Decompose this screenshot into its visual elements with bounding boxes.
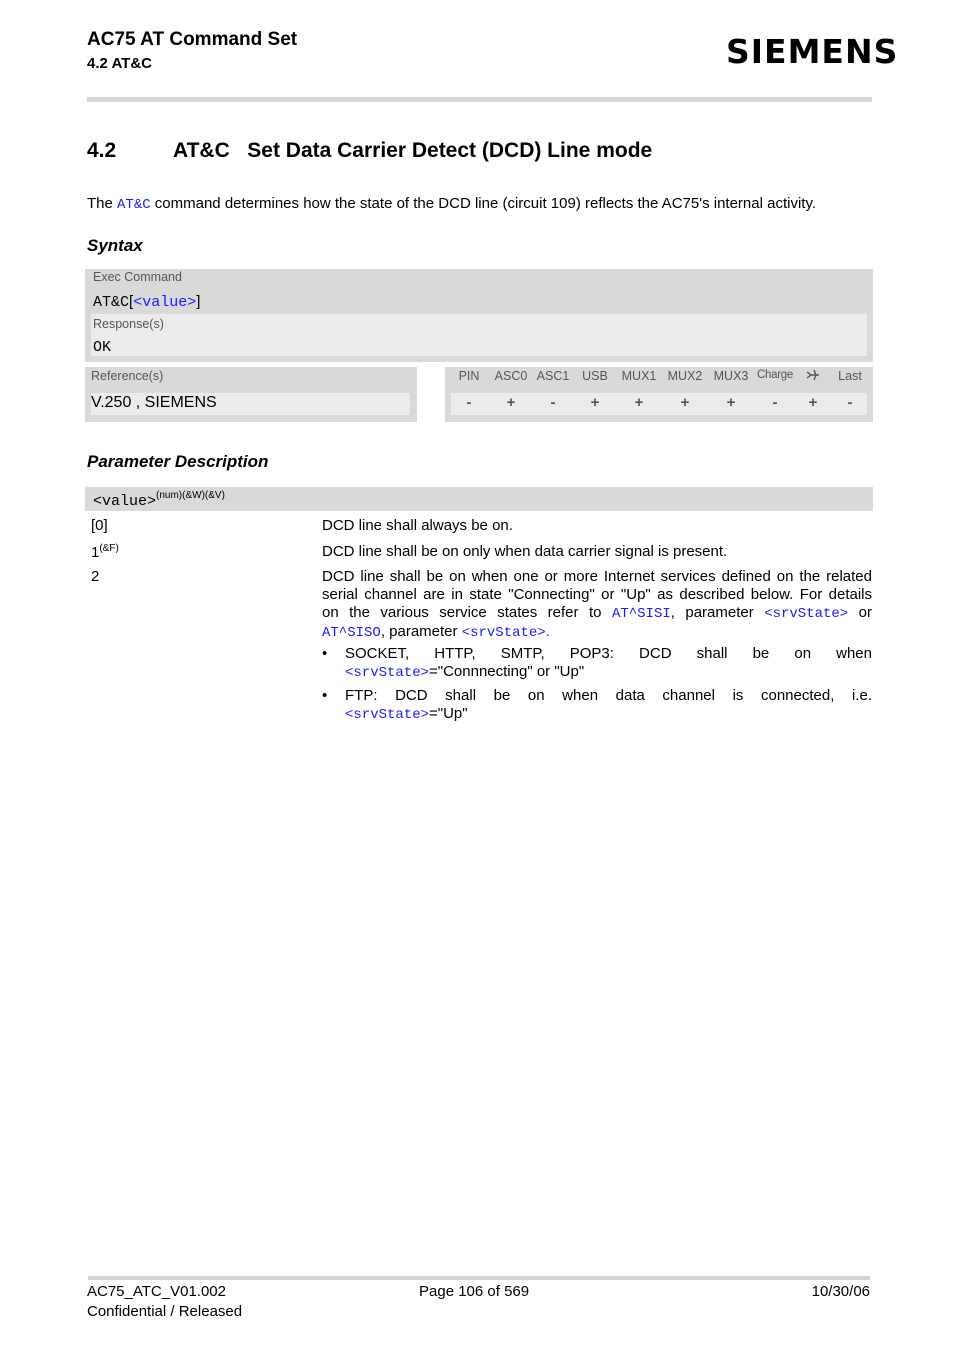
bullet-2-rest: ="Up" [429, 705, 468, 722]
at-siso-link[interactable]: AT^SISO [322, 625, 381, 641]
iface-header-asc1: ASC1 [536, 369, 570, 383]
footer-date: 10/30/06 [811, 1283, 870, 1300]
exec-bracket-close: ] [196, 293, 201, 310]
bullet-2-line2: <srvState>="Up" [345, 705, 872, 724]
iface-value-usb: + [590, 394, 600, 411]
iface-header-usb: USB [582, 369, 608, 383]
parameter-name-text: <value> [93, 493, 157, 510]
line3-text-a: on the various service states refer to [322, 604, 612, 621]
iface-value-last: - [847, 394, 853, 411]
exec-command-name: AT&C [93, 294, 130, 311]
iface-header-mux1: MUX1 [621, 369, 657, 383]
param-value-2: 2 [91, 568, 100, 585]
interface-values-row: - + - + + + + - + - [451, 393, 867, 415]
param-desc-2-line2: serial channel are in state "Connecting"… [322, 586, 872, 603]
bullet-1-line2: <srvState>="Connnecting" or "Up" [345, 663, 872, 682]
parameter-description-heading: Parameter Description [87, 452, 269, 471]
iface-header-charge: Charge [757, 369, 793, 381]
exec-command-label: Exec Command [93, 270, 182, 284]
iface-value-mux3: + [726, 394, 736, 411]
siemens-logo: SIEMENS [726, 32, 899, 71]
response-value: OK [93, 339, 112, 356]
intro-suffix: command determines how the state of the … [150, 195, 817, 212]
footer-status: Confidential / Released [87, 1303, 243, 1320]
airplane-icon [801, 367, 825, 386]
intro-prefix: The [87, 195, 118, 212]
document-subtitle: 4.2 AT&C [87, 55, 153, 72]
iface-value-airplane: + [808, 394, 818, 411]
line3-text-b: , parameter [670, 604, 765, 621]
param-desc-0: DCD line shall always be on. [322, 517, 513, 534]
iface-value-asc1: - [550, 394, 556, 411]
param-desc-2-line3: on the various service states refer to A… [322, 604, 872, 623]
bullet-2-text: FTP: DCD shall be on when data channel i… [345, 687, 872, 724]
footer-page-number: Page 106 of 569 [419, 1283, 530, 1300]
param-desc-1: DCD line shall be on only when data carr… [322, 543, 728, 560]
value-param-link[interactable]: <value> [133, 294, 196, 311]
at-c-link[interactable]: AT&C [117, 197, 151, 213]
intro-paragraph: The AT&C command determines how the stat… [87, 195, 816, 213]
reference-label: Reference(s) [91, 369, 164, 383]
bullet-2-line1: FTP: DCD shall be on when data channel i… [345, 687, 872, 704]
param-desc-2-line4: AT^SISO, parameter <srvState>. [322, 623, 872, 642]
section-number: 4.2 [87, 139, 117, 162]
iface-value-pin: - [466, 394, 472, 411]
at-sisi-link[interactable]: AT^SISI [612, 606, 671, 622]
parameter-name-attributes: (num)(&W)(&V) [156, 490, 225, 501]
srvstate-link-sisi[interactable]: <srvState> [764, 606, 848, 622]
syntax-heading: Syntax [87, 236, 143, 255]
iface-header-pin: PIN [458, 369, 480, 383]
iface-header-asc0: ASC0 [494, 369, 528, 383]
param-desc-2: DCD line shall be on when one or more In… [322, 568, 872, 642]
iface-value-mux1: + [634, 394, 644, 411]
exec-command: AT&C[<value>] [93, 293, 200, 311]
parameter-name: <value>(num)(&W)(&V) [93, 490, 225, 510]
line4-text-c: . [545, 623, 550, 640]
bullet-1-line1: SOCKET, HTTP, SMTP, POP3: DCD shall be o… [345, 645, 872, 662]
line3-text-c: or [848, 604, 872, 621]
bullet-1-text: SOCKET, HTTP, SMTP, POP3: DCD shall be o… [345, 645, 872, 682]
iface-value-mux2: + [680, 394, 690, 411]
line4-text-b: , parameter [380, 623, 462, 640]
param-desc-2-line1: DCD line shall be on when one or more In… [322, 568, 872, 585]
bullet-1-marker: • [322, 645, 328, 662]
param-value-1-default: (&F) [99, 543, 119, 554]
reference-value: V.250 , SIEMENS [91, 393, 410, 415]
srvstate-link-bullet-1[interactable]: <srvState> [345, 665, 429, 681]
bullet-2-marker: • [322, 687, 328, 704]
footer-divider [88, 1276, 870, 1280]
iface-header-mux3: MUX3 [713, 369, 749, 383]
bullet-1-rest: ="Connnecting" or "Up" [429, 663, 585, 680]
iface-header-last: Last [838, 369, 862, 383]
param-value-0: [0] [91, 517, 108, 534]
section-title: AT&C Set Data Carrier Detect (DCD) Line … [173, 139, 653, 162]
iface-value-asc0: + [506, 394, 516, 411]
srvstate-link-bullet-2[interactable]: <srvState> [345, 707, 429, 723]
response-section [91, 314, 867, 356]
document-title: AC75 AT Command Set [87, 29, 298, 50]
iface-header-mux2: MUX2 [667, 369, 703, 383]
srvstate-link-siso[interactable]: <srvState> [462, 625, 546, 641]
response-label: Response(s) [93, 317, 164, 331]
iface-value-charge: - [772, 394, 778, 411]
footer-doc-id: AC75_ATC_V01.002 [87, 1283, 226, 1300]
param-value-1: 1(&F) [91, 543, 119, 561]
header-divider [87, 97, 872, 102]
